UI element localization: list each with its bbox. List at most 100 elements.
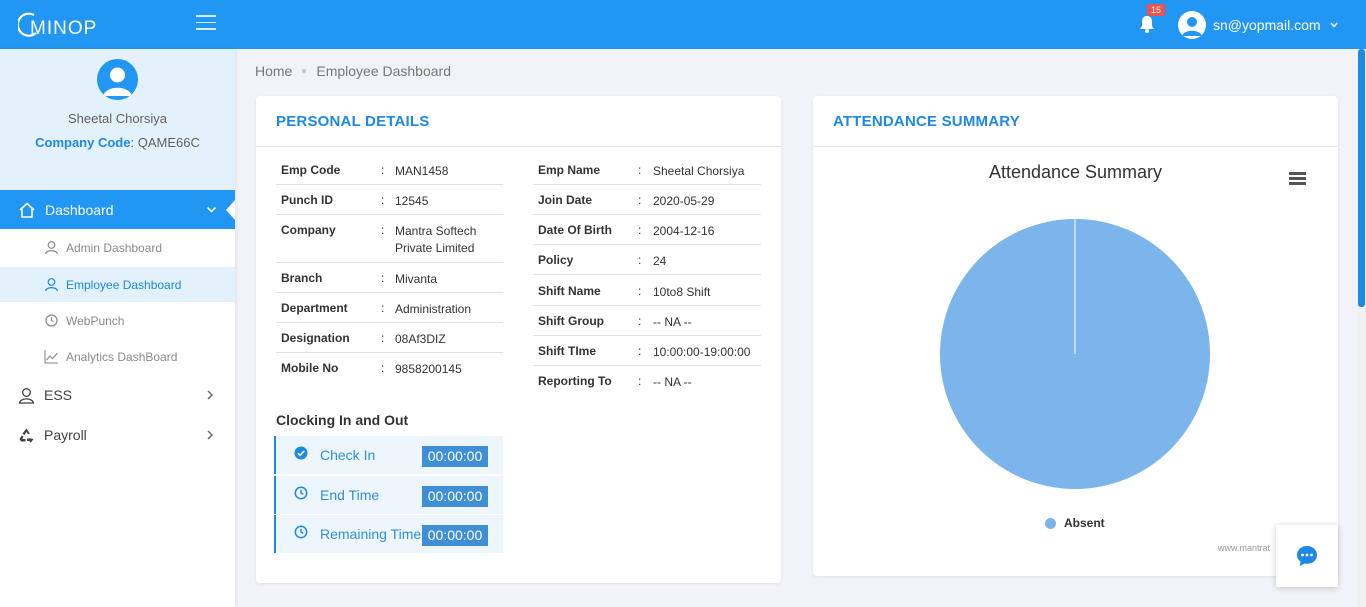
sidebar-item-webpunch[interactable]: WebPunch [0,303,235,338]
pie-chart [940,219,1210,489]
user-avatar-icon [1178,11,1206,39]
detail-row-policy: Policy : 24 [533,245,761,275]
line-chart-icon [44,350,58,364]
detail-colon: : [381,331,385,345]
detail-value: 08Af3DIZ [395,332,446,346]
chevron-down-icon [1330,22,1338,28]
attendance-summary-card: ATTENDANCE SUMMARY Attendance Summary Ab… [813,96,1338,576]
sidebar-item-label: Analytics DashBoard [66,349,178,364]
detail-value: Administration [395,302,472,316]
notification-badge: 15 [1147,4,1166,16]
company-code-separator: : [130,135,135,150]
clock-icon [294,525,308,539]
clock-time: 00:00:00 [422,486,488,507]
chat-icon [1297,546,1317,566]
detail-value: MAN1458 [395,164,449,178]
detail-value: 10to8 Shift [653,285,711,299]
detail-value: 24 [653,254,667,268]
card-title: ATTENDANCE SUMMARY [833,113,1020,130]
detail-colon: : [638,193,642,207]
home-icon [19,201,35,218]
legend-label: Absent [1064,516,1105,530]
detail-colon: : [381,223,385,237]
detail-value: -- NA -- [653,375,692,389]
sidebar-profile: Sheetal Chorsiya Company Code: QAME66C [0,49,235,190]
detail-row-mobile-no: Mobile No : 9858200145 [276,353,503,383]
user-email: sn@yopmail.com [1213,17,1321,33]
clock-icon [294,486,308,500]
sidebar-item-label: Dashboard [45,201,114,218]
detail-value: 2020-05-29 [653,194,715,208]
detail-colon: : [381,163,385,177]
detail-key: Branch [281,271,323,285]
company-code: Company Code: QAME66C [0,135,235,150]
detail-key: Designation [281,331,350,345]
notification-bell-icon[interactable] [1137,14,1157,34]
check-circle-icon [294,446,308,460]
sidebar-item-admin-dashboard[interactable]: Admin Dashboard [0,230,235,265]
chart-title: Attendance Summary [988,162,1163,182]
detail-value: 2004-12-16 [653,224,715,238]
clock-row-remaining-time: Remaining Time 00:00:00 [274,515,503,553]
detail-row-branch: Branch : Mivanta [276,263,503,293]
svg-text:MINOP: MINOP [30,18,97,39]
detail-key: Date Of Birth [538,223,613,237]
detail-value: -- NA -- [653,315,692,329]
user-icon [18,387,35,404]
personal-details-card: PERSONAL DETAILS Emp Code : MAN1458 Punc… [256,96,781,583]
detail-key: Department [281,301,348,315]
scrollbar-thumb[interactable] [1358,49,1365,307]
detail-key: Emp Code [281,163,341,177]
detail-colon: : [638,223,642,237]
sidebar-item-payroll[interactable]: Payroll [0,417,235,453]
sidebar-item-label: WebPunch [66,313,125,328]
detail-colon: : [381,301,385,315]
detail-colon: : [638,314,642,328]
sidebar-item-label: Employee Dashboard [66,277,182,292]
page-scrollbar[interactable] [1357,49,1366,607]
recycle-icon [19,428,34,443]
clock-label: Check In [320,447,376,463]
sidebar-item-label: Payroll [44,427,87,443]
chevron-right-icon [207,390,213,400]
detail-colon: : [638,344,642,358]
detail-key: Mobile No [281,361,339,375]
chart-menu-icon[interactable] [1289,172,1306,185]
breadcrumb-separator [302,68,307,73]
breadcrumb: Home Employee Dashboard [255,63,451,79]
breadcrumb-current: Employee Dashboard [316,63,451,79]
sidebar-item-ess[interactable]: ESS [0,377,235,413]
detail-key: Shift Group [538,314,604,328]
detail-row-join-date: Join Date : 2020-05-29 [533,185,761,215]
detail-row-company: Company : Mantra Softech Private Limited [276,215,503,263]
chevron-down-icon [206,206,217,213]
detail-row-designation: Designation : 08Af3DIZ [276,323,503,353]
clock-label: End Time [320,487,380,503]
sidebar-item-label: ESS [44,387,73,403]
card-title: PERSONAL DETAILS [276,113,430,130]
sidebar: Sheetal Chorsiya Company Code: QAME66C D… [0,49,235,607]
clock-time: 00:00:00 [422,446,488,467]
detail-row-department: Department : Administration [276,293,503,323]
detail-row-shift-name: Shift Name : 10to8 Shift [533,276,761,306]
chat-button[interactable] [1276,525,1338,587]
legend-item-absent[interactable]: Absent [1045,516,1105,530]
user-menu[interactable]: sn@yopmail.com [1178,11,1339,39]
detail-value: 10:00:00-19:00:00 [653,345,751,359]
clock-label: Remaining Time [320,526,422,542]
detail-colon: : [381,193,385,207]
detail-key: Join Date [538,193,593,207]
detail-value: 12545 [395,194,429,208]
detail-key: Emp Name [538,163,601,177]
clock-icon [45,314,58,327]
breadcrumb-home[interactable]: Home [255,63,292,79]
sidebar-item-dashboard[interactable]: Dashboard [0,190,235,229]
minop-logo[interactable]: MINOP [18,9,113,39]
menu-toggle-icon[interactable] [196,15,216,31]
detail-key: Shift TIme [538,344,597,358]
clock-time: 00:00:00 [422,525,488,546]
user-icon [44,278,59,292]
sidebar-item-analytics-dashboard[interactable]: Analytics DashBoard [0,339,235,374]
clock-row-end-time: End Time 00:00:00 [274,476,503,514]
sidebar-item-employee-dashboard[interactable]: Employee Dashboard [0,267,235,302]
